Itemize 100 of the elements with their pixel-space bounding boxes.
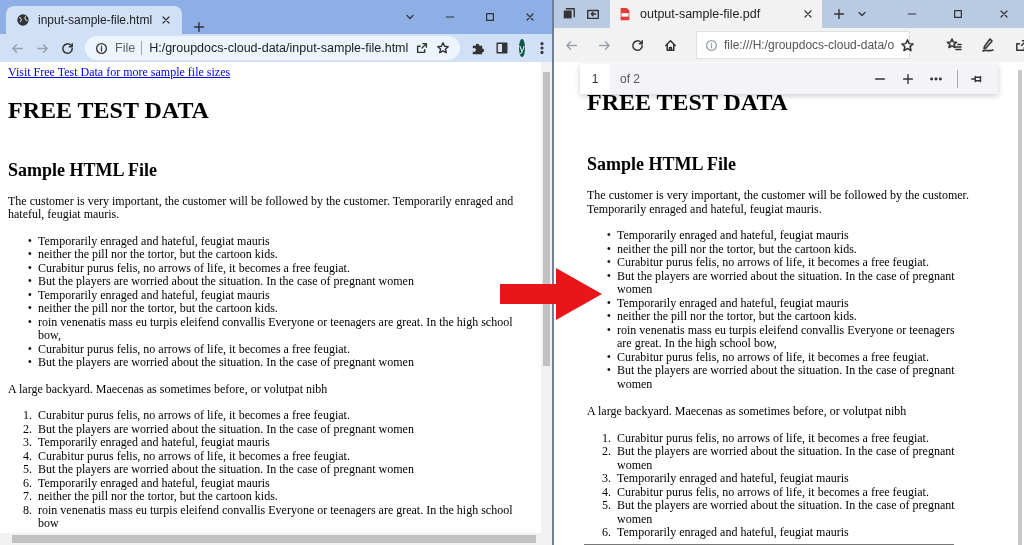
list-item: Temporarily enraged and hateful, feugiat mauris bbox=[38, 436, 270, 450]
info-icon bbox=[705, 38, 718, 52]
list-item: Temporarily enraged and hateful, feugiat mauris bbox=[38, 234, 270, 248]
list-item: Curabitur purus felis, no arrows of life, it becomes a free feugiat. bbox=[38, 261, 350, 275]
list-item: But the players are worried about the situation. In the case of pregnant women bbox=[617, 269, 956, 297]
list-item: Temporarily enraged and hateful, feugiat mauris bbox=[617, 472, 850, 486]
new-tab-icon[interactable] bbox=[832, 7, 846, 21]
list-item: Curabitur purus felis, no arrows of life, it becomes a free feugiat. bbox=[38, 342, 350, 356]
share-icon[interactable] bbox=[1014, 37, 1024, 53]
home-icon[interactable] bbox=[663, 37, 678, 53]
vertical-scrollbar[interactable] bbox=[541, 62, 552, 533]
page-number-field[interactable]: 1 bbox=[580, 64, 610, 94]
list-marker: • bbox=[605, 256, 612, 270]
list-marker: 3. bbox=[601, 472, 612, 486]
list-item: Curabitur purus felis, no arrows of life, it becomes a free feugiat. bbox=[617, 256, 930, 270]
list-marker: • bbox=[605, 364, 612, 379]
list-item: neither the pill nor the tortor, but the cartoon kids. bbox=[38, 248, 278, 262]
profile-avatar[interactable]: y bbox=[519, 39, 525, 57]
list-marker: 6. bbox=[601, 526, 612, 540]
page-heading: FREE TEST DATA bbox=[8, 95, 210, 124]
list-marker: • bbox=[605, 323, 612, 339]
list-item: roin venenatis mass eu turpis eleifend convallis Everyone or teenagers are great. In the high school bow, bbox=[38, 315, 514, 343]
list-marker: • bbox=[26, 342, 33, 356]
list-marker: • bbox=[26, 234, 33, 248]
list-item: Temporarily enraged and hateful, feugiat mauris bbox=[38, 288, 270, 302]
section-heading: Sample HTML File bbox=[587, 154, 737, 175]
horizontal-scrollbar[interactable] bbox=[0, 533, 552, 545]
reload-icon[interactable] bbox=[60, 40, 75, 56]
list-item: Curabitur purus felis, no arrows of life, it becomes a free feugiat. bbox=[617, 350, 930, 364]
list-item: neither the pill nor the tortor, but the cartoon kids. bbox=[617, 242, 858, 256]
list-item: But the players are worried about the situation. In the case of pregnant women bbox=[38, 356, 414, 370]
star-icon[interactable] bbox=[900, 37, 916, 53]
browser-tab[interactable]: input-sample-file.html bbox=[6, 6, 182, 34]
list-marker: 8. bbox=[22, 503, 33, 519]
maximize-icon[interactable] bbox=[484, 11, 496, 23]
paragraph: The customer is very important, the customer will be followed by the customer. Temporarily enraged and hateful, feugiat mauris. bbox=[587, 189, 970, 216]
list-marker: • bbox=[26, 302, 33, 316]
list-marker: • bbox=[26, 248, 33, 262]
list-marker: • bbox=[26, 356, 33, 370]
address-bar[interactable]: File H:/groupdocs-cloud-data/input-sample-file.html bbox=[85, 36, 461, 60]
list-item: roin venenatis mass eu turpis eleifend convallis Everyone or teenagers are great. In the high school bow bbox=[38, 503, 514, 531]
favorites-icon[interactable] bbox=[946, 37, 962, 53]
page-count: of 2 bbox=[619, 72, 641, 86]
paragraph: A large backyard. Maecenas as sometimes before, or volutpat nibh bbox=[8, 382, 329, 396]
list-marker: • bbox=[605, 296, 612, 310]
list-marker: 7. bbox=[22, 490, 33, 504]
new-tab-icon[interactable] bbox=[192, 20, 206, 34]
close-icon[interactable] bbox=[998, 8, 1010, 20]
list-marker: • bbox=[26, 275, 33, 289]
list-marker: • bbox=[605, 269, 612, 285]
zoom-in-icon[interactable] bbox=[901, 72, 915, 86]
vertical-scrollbar[interactable] bbox=[1018, 70, 1022, 545]
section-heading: Sample HTML File bbox=[8, 159, 158, 181]
list-marker: 2. bbox=[22, 422, 33, 436]
list-item: Temporarily enraged and hateful, feugiat mauris bbox=[38, 476, 270, 490]
list-item: Temporarily enraged and hateful, feugiat mauris bbox=[617, 229, 850, 243]
list-marker: 4. bbox=[601, 485, 612, 499]
pdf-file-icon bbox=[618, 7, 632, 21]
share-icon[interactable] bbox=[415, 41, 430, 55]
list-item: Temporarily enraged and hateful, feugiat mauris bbox=[617, 296, 850, 310]
close-icon[interactable] bbox=[802, 8, 814, 20]
list-marker: 3. bbox=[22, 436, 33, 450]
sidebar-icon[interactable] bbox=[495, 41, 510, 55]
list-marker: 5. bbox=[22, 463, 33, 477]
list-marker: 1. bbox=[601, 431, 612, 445]
browser-tab[interactable]: output-sample-file.pdf bbox=[610, 0, 822, 28]
list-item: Curabitur purus felis, no arrows of life, it becomes a free feugiat. bbox=[617, 485, 930, 499]
info-icon bbox=[95, 41, 108, 55]
star-icon[interactable] bbox=[436, 41, 451, 55]
list-item: But the players are worried about the situation. In the case of pregnant women bbox=[38, 463, 414, 477]
list-item: Temporarily enraged and hateful, feugiat mauris bbox=[617, 526, 850, 540]
list-marker: 6. bbox=[22, 476, 33, 490]
sample-sizes-link[interactable]: Visit Free Test Data for more sample file sizes bbox=[8, 66, 533, 80]
list-marker: 1. bbox=[22, 409, 33, 423]
list-item: But the players are worried about the situation. In the case of pregnant women bbox=[38, 422, 414, 436]
list-marker: • bbox=[26, 261, 33, 275]
list-item: neither the pill nor the tortor, but the cartoon kids. bbox=[617, 310, 858, 324]
paragraph: The customer is very important, the customer will be followed by the customer. Temporarily enraged and hateful, feugiat mauris. bbox=[8, 194, 515, 222]
list-marker: • bbox=[605, 229, 612, 243]
list-item: But the players are worried about the situation. In the case of pregnant women bbox=[38, 275, 414, 289]
pen-icon[interactable] bbox=[980, 37, 996, 53]
reload-icon[interactable] bbox=[630, 37, 645, 53]
list-item: neither the pill nor the tortor, but the cartoon kids. bbox=[38, 302, 278, 316]
list-item: Curabitur purus felis, no arrows of life, it becomes a free feugiat. bbox=[38, 449, 350, 463]
list-item: roin venenatis mass eu turpis eleifend convallis Everyone or teenagers are great. In the high school bow, bbox=[617, 323, 956, 351]
maximize-icon[interactable] bbox=[952, 8, 964, 20]
list-item: Curabitur purus felis, no arrows of life, it becomes a free feugiat. bbox=[617, 431, 930, 445]
list-marker: 4. bbox=[22, 449, 33, 463]
list-marker: • bbox=[605, 242, 612, 256]
tabs-icon[interactable] bbox=[562, 7, 576, 21]
list-marker: • bbox=[26, 288, 33, 302]
paragraph: A large backyard. Maecenas as sometimes before, or volutpat nibh bbox=[587, 405, 908, 419]
list-item: But the players are worried about the situation. In the case of pregnant women bbox=[617, 499, 956, 526]
list-marker: • bbox=[605, 350, 612, 364]
close-icon[interactable] bbox=[524, 11, 536, 23]
list-item: But the players are worried about the situation. In the case of pregnant women bbox=[617, 364, 956, 391]
list-item: But the players are worried about the situation. In the case of pregnant women bbox=[617, 445, 956, 472]
list-marker: 2. bbox=[601, 445, 612, 460]
set-aside-icon[interactable] bbox=[586, 7, 600, 21]
list-marker: • bbox=[605, 310, 612, 324]
